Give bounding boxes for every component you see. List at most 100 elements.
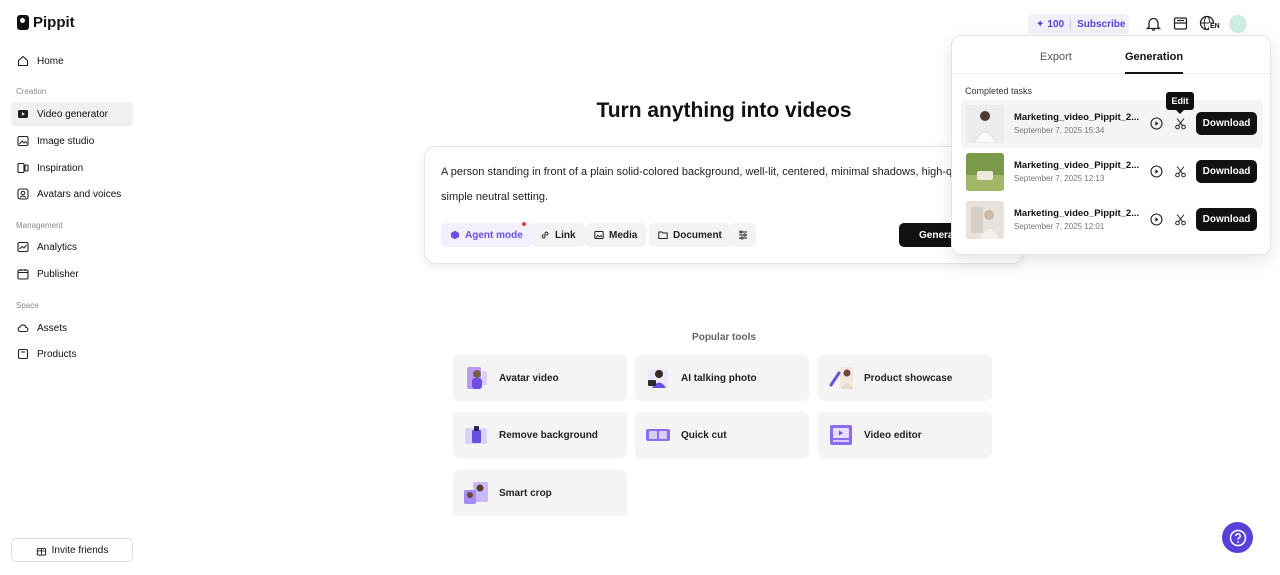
bell-icon[interactable]	[1145, 15, 1162, 32]
link-chip[interactable]: Link	[531, 223, 585, 247]
tool-avatar-video[interactable]: Avatar video	[453, 355, 627, 401]
sidebar: Pippit Home Creation Video generator Ima…	[0, 0, 146, 575]
app-name: Pippit	[33, 14, 75, 31]
play-icon[interactable]	[1150, 117, 1163, 130]
scissors-edit-icon[interactable]	[1174, 117, 1187, 130]
credits-badge[interactable]: ✦ 100 Subscribe	[1028, 14, 1129, 34]
cloud-icon	[17, 324, 29, 333]
sidebar-item-label: Products	[37, 348, 77, 360]
agent-mode-label: Agent mode	[465, 229, 523, 241]
tool-label: Product showcase	[864, 372, 953, 384]
settings-chip[interactable]	[730, 223, 756, 247]
agent-cube-icon	[451, 230, 459, 240]
task-date: September 7, 2025 12:01	[1014, 222, 1105, 231]
avatar-voice-icon	[17, 188, 29, 200]
user-avatar[interactable]	[1229, 15, 1247, 33]
image-studio-icon	[17, 135, 29, 147]
agent-mode-chip[interactable]: Agent mode	[441, 223, 532, 247]
credits-count: 100	[1047, 18, 1065, 30]
video-generator-icon	[18, 110, 28, 118]
task-name: Marketing_video_Pippit_2...	[1014, 112, 1140, 123]
sidebar-item-publisher[interactable]: Publisher	[11, 262, 133, 286]
tool-label: Quick cut	[681, 429, 727, 441]
tool-ai-talking-photo[interactable]: AI talking photo	[635, 355, 809, 401]
prompt-input[interactable]: A person standing in front of a plain so…	[441, 160, 1007, 210]
notification-dot	[522, 222, 526, 226]
avatar-video-thumbnail	[467, 367, 487, 389]
popular-tools-title: Popular tools	[692, 332, 756, 343]
subscribe-link[interactable]: Subscribe	[1077, 19, 1125, 30]
scissors-edit-icon[interactable]	[1174, 165, 1187, 178]
invite-friends-button[interactable]: Invite friends	[11, 538, 133, 562]
tab-export[interactable]: Export	[1040, 51, 1072, 63]
link-label: Link	[555, 229, 576, 241]
product-box-icon	[17, 348, 29, 360]
completed-tasks-label: Completed tasks	[965, 86, 1033, 96]
home-icon	[17, 55, 29, 67]
task-row[interactable]: Marketing_video_Pippit_2... September 7,…	[961, 100, 1263, 148]
task-thumbnail	[966, 201, 1004, 239]
sliders-icon	[739, 230, 747, 240]
sidebar-item-assets[interactable]: Assets	[11, 316, 133, 340]
sidebar-item-label: Avatars and voices	[37, 188, 122, 200]
media-label: Media	[609, 229, 638, 241]
sidebar-item-video-generator[interactable]: Video generator	[11, 102, 133, 126]
download-button[interactable]: Download	[1196, 160, 1257, 183]
tool-label: AI talking photo	[681, 372, 757, 384]
image-icon	[594, 231, 604, 239]
edit-tooltip: Edit	[1166, 92, 1194, 114]
play-icon[interactable]	[1150, 165, 1163, 178]
quick-cut-thumbnail	[646, 429, 670, 441]
sidebar-item-inspiration[interactable]: Inspiration	[11, 156, 133, 180]
sidebar-item-image-studio[interactable]: Image studio	[11, 129, 133, 153]
sidebar-item-avatars-voices[interactable]: Avatars and voices	[11, 182, 133, 206]
download-button[interactable]: Download	[1196, 112, 1257, 135]
page-headline: Turn anything into videos	[596, 99, 852, 122]
divider	[1070, 19, 1072, 29]
section-label-management: Management	[16, 221, 63, 230]
tool-smart-crop[interactable]: Smart crop	[453, 470, 627, 516]
task-name: Marketing_video_Pippit_2...	[1014, 160, 1140, 171]
remove-background-thumbnail	[465, 426, 487, 444]
tool-quick-cut[interactable]: Quick cut	[635, 412, 809, 458]
sidebar-item-label: Image studio	[37, 135, 95, 147]
task-name: Marketing_video_Pippit_2...	[1014, 208, 1140, 219]
sidebar-item-label: Analytics	[37, 241, 78, 253]
talking-photo-thumbnail	[648, 369, 668, 388]
download-button[interactable]: Download	[1196, 208, 1257, 231]
tool-label: Video editor	[864, 429, 922, 441]
tasks-panel: Export Generation Completed tasks Market…	[951, 35, 1271, 255]
calendar-icon	[17, 269, 29, 280]
language-selector[interactable]: EN	[1199, 15, 1221, 33]
document-label: Document	[673, 229, 722, 241]
inbox-icon[interactable]	[1172, 15, 1189, 32]
sidebar-item-label: Inspiration	[37, 162, 84, 174]
sidebar-item-home[interactable]: Home	[11, 49, 133, 73]
panel-tabs: Export Generation	[952, 36, 1270, 74]
active-tab-indicator	[1125, 72, 1183, 74]
document-chip[interactable]: Document	[649, 223, 731, 247]
play-icon[interactable]	[1150, 213, 1163, 226]
gift-icon	[36, 547, 46, 556]
inspiration-icon	[17, 162, 29, 174]
media-chip[interactable]: Media	[585, 223, 647, 247]
tab-generation[interactable]: Generation	[1125, 51, 1183, 63]
prompt-card: A person standing in front of a plain so…	[424, 146, 1024, 264]
tool-video-editor[interactable]: Video editor	[818, 412, 992, 458]
credit-sparkle-icon: ✦	[1036, 18, 1045, 30]
sidebar-item-products[interactable]: Products	[11, 342, 133, 366]
language-code: EN	[1209, 23, 1221, 30]
link-icon	[541, 231, 549, 239]
tool-remove-background[interactable]: Remove background	[453, 412, 627, 458]
pippit-logo[interactable]: Pippit	[17, 14, 75, 31]
task-row[interactable]: Marketing_video_Pippit_2... September 7,…	[961, 196, 1263, 244]
scissors-edit-icon[interactable]	[1174, 213, 1187, 226]
pippit-logo-icon	[17, 15, 29, 30]
sidebar-item-label: Assets	[37, 322, 68, 334]
help-button[interactable]	[1222, 522, 1253, 553]
task-row[interactable]: Marketing_video_Pippit_2... September 7,…	[961, 148, 1263, 196]
tool-product-showcase[interactable]: Product showcase	[818, 355, 992, 401]
video-editor-thumbnail	[830, 425, 852, 445]
product-showcase-thumbnail	[829, 367, 853, 389]
sidebar-item-analytics[interactable]: Analytics	[11, 235, 133, 259]
